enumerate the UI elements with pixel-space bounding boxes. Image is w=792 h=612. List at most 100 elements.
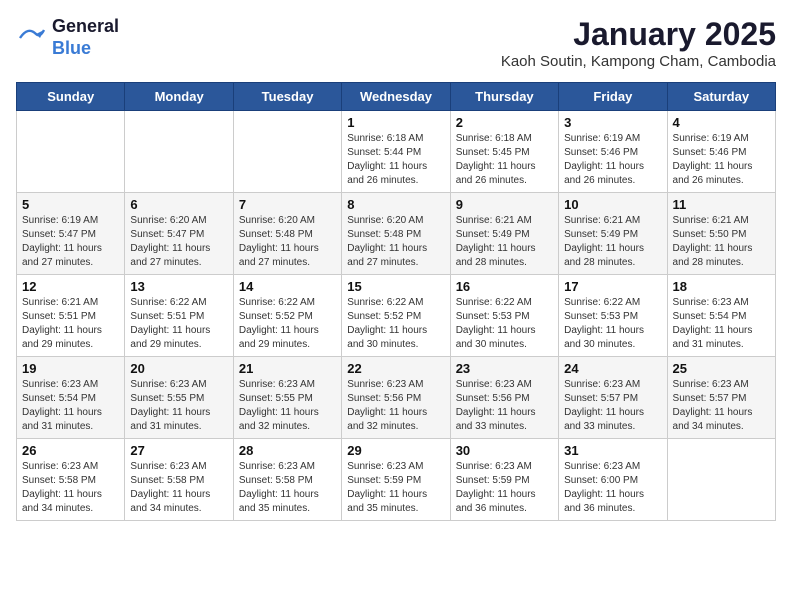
week-row-0: 1 Sunrise: 6:18 AM Sunset: 5:44 PM Daylig… — [17, 111, 776, 193]
day-info: Sunrise: 6:20 AM Sunset: 5:48 PM Dayligh… — [347, 214, 444, 270]
dow-tuesday: Tuesday — [233, 83, 341, 111]
day-number: 25 — [673, 361, 770, 376]
calendar-cell: 15 Sunrise: 6:22 AM Sunset: 5:52 PM Dayli… — [342, 275, 450, 357]
day-info: Sunrise: 6:22 AM Sunset: 5:51 PM Dayligh… — [130, 296, 227, 352]
calendar-body: 1 Sunrise: 6:18 AM Sunset: 5:44 PM Daylig… — [17, 111, 776, 521]
calendar-cell: 9 Sunrise: 6:21 AM Sunset: 5:49 PM Daylig… — [450, 193, 558, 275]
dow-monday: Monday — [125, 83, 233, 111]
day-info: Sunrise: 6:22 AM Sunset: 5:53 PM Dayligh… — [456, 296, 553, 352]
calendar-cell: 30 Sunrise: 6:23 AM Sunset: 5:59 PM Dayli… — [450, 439, 558, 521]
day-info: Sunrise: 6:21 AM Sunset: 5:49 PM Dayligh… — [456, 214, 553, 270]
calendar-cell — [125, 111, 233, 193]
calendar-cell: 27Sunrise: 6:23 AM Sunset: 5:58 PM Dayli… — [125, 439, 233, 521]
day-number: 28 — [239, 443, 336, 458]
calendar-cell: 18Sunrise: 6:23 AM Sunset: 5:54 PM Dayli… — [667, 275, 775, 357]
calendar-cell — [233, 111, 341, 193]
dow-thursday: Thursday — [450, 83, 558, 111]
dow-sunday: Sunday — [17, 83, 125, 111]
day-info: Sunrise: 6:23 AM Sunset: 6:00 PM Dayligh… — [564, 460, 661, 516]
location: Kaoh Soutin, Kampong Cham, Cambodia — [501, 53, 776, 70]
calendar-cell: 14 Sunrise: 6:22 AM Sunset: 5:52 PM Dayli… — [233, 275, 341, 357]
day-number: 14 — [239, 279, 336, 294]
day-info: Sunrise: 6:23 AM Sunset: 5:56 PM Dayligh… — [456, 378, 553, 434]
day-info: Sunrise: 6:23 AM Sunset: 5:58 PM Dayligh… — [22, 460, 119, 516]
day-number: 16 — [456, 279, 553, 294]
day-number: 20 — [130, 361, 227, 376]
day-info: Sunrise: 6:23 AM Sunset: 5:55 PM Dayligh… — [239, 378, 336, 434]
day-number: 23 — [456, 361, 553, 376]
page-header: General Blue January 2025 Kaoh Soutin, K… — [16, 16, 776, 70]
logo-icon — [16, 22, 48, 54]
day-info: Sunrise: 6:23 AM Sunset: 5:59 PM Dayligh… — [456, 460, 553, 516]
day-number: 5 — [22, 197, 119, 212]
week-row-4: 26 Sunrise: 6:23 AM Sunset: 5:58 PM Dayli… — [17, 439, 776, 521]
day-info: Sunrise: 6:22 AM Sunset: 5:53 PM Dayligh… — [564, 296, 661, 352]
day-number: 7 — [239, 197, 336, 212]
calendar-cell: 19 Sunrise: 6:23 AM Sunset: 5:54 PM Dayli… — [17, 357, 125, 439]
day-info: Sunrise: 6:22 AM Sunset: 5:52 PM Dayligh… — [239, 296, 336, 352]
day-info: Sunrise: 6:23 AM Sunset: 5:59 PM Dayligh… — [347, 460, 444, 516]
calendar-cell: 22Sunrise: 6:23 AM Sunset: 5:56 PM Dayli… — [342, 357, 450, 439]
day-number: 9 — [456, 197, 553, 212]
day-info: Sunrise: 6:19 AM Sunset: 5:46 PM Dayligh… — [673, 132, 770, 188]
week-row-3: 19 Sunrise: 6:23 AM Sunset: 5:54 PM Dayli… — [17, 357, 776, 439]
week-row-1: 5 Sunrise: 6:19 AM Sunset: 5:47 PM Daylig… — [17, 193, 776, 275]
calendar-cell — [667, 439, 775, 521]
logo-line2: Blue — [52, 38, 119, 60]
dow-friday: Friday — [559, 83, 667, 111]
calendar-cell: 16 Sunrise: 6:22 AM Sunset: 5:53 PM Dayli… — [450, 275, 558, 357]
calendar-cell: 5 Sunrise: 6:19 AM Sunset: 5:47 PM Daylig… — [17, 193, 125, 275]
day-number: 29 — [347, 443, 444, 458]
day-number: 24 — [564, 361, 661, 376]
day-info: Sunrise: 6:18 AM Sunset: 5:44 PM Dayligh… — [347, 132, 444, 188]
calendar-cell: 8 Sunrise: 6:20 AM Sunset: 5:48 PM Daylig… — [342, 193, 450, 275]
day-number: 15 — [347, 279, 444, 294]
day-info: Sunrise: 6:23 AM Sunset: 5:56 PM Dayligh… — [347, 378, 444, 434]
calendar-cell: 13 Sunrise: 6:22 AM Sunset: 5:51 PM Dayli… — [125, 275, 233, 357]
dow-saturday: Saturday — [667, 83, 775, 111]
day-number: 13 — [130, 279, 227, 294]
calendar-cell: 24Sunrise: 6:23 AM Sunset: 5:57 PM Dayli… — [559, 357, 667, 439]
day-number: 8 — [347, 197, 444, 212]
calendar-cell: 21 Sunrise: 6:23 AM Sunset: 5:55 PM Dayli… — [233, 357, 341, 439]
day-info: Sunrise: 6:23 AM Sunset: 5:57 PM Dayligh… — [673, 378, 770, 434]
dow-wednesday: Wednesday — [342, 83, 450, 111]
days-of-week-row: SundayMondayTuesdayWednesdayThursdayFrid… — [17, 83, 776, 111]
calendar-cell — [17, 111, 125, 193]
calendar-cell: 23 Sunrise: 6:23 AM Sunset: 5:56 PM Dayli… — [450, 357, 558, 439]
day-number: 10 — [564, 197, 661, 212]
day-number: 11 — [673, 197, 770, 212]
calendar-cell: 12Sunrise: 6:21 AM Sunset: 5:51 PM Dayli… — [17, 275, 125, 357]
day-number: 1 — [347, 115, 444, 130]
day-info: Sunrise: 6:18 AM Sunset: 5:45 PM Dayligh… — [456, 132, 553, 188]
day-info: Sunrise: 6:19 AM Sunset: 5:47 PM Dayligh… — [22, 214, 119, 270]
day-number: 12 — [22, 279, 119, 294]
calendar-cell: 4 Sunrise: 6:19 AM Sunset: 5:46 PM Daylig… — [667, 111, 775, 193]
day-number: 19 — [22, 361, 119, 376]
day-number: 26 — [22, 443, 119, 458]
calendar-table: SundayMondayTuesdayWednesdayThursdayFrid… — [16, 82, 776, 521]
month-title: January 2025 — [501, 16, 776, 53]
day-number: 2 — [456, 115, 553, 130]
calendar-cell: 28Sunrise: 6:23 AM Sunset: 5:58 PM Dayli… — [233, 439, 341, 521]
day-info: Sunrise: 6:21 AM Sunset: 5:50 PM Dayligh… — [673, 214, 770, 270]
day-number: 21 — [239, 361, 336, 376]
week-row-2: 12Sunrise: 6:21 AM Sunset: 5:51 PM Dayli… — [17, 275, 776, 357]
day-number: 3 — [564, 115, 661, 130]
calendar-cell: 11 Sunrise: 6:21 AM Sunset: 5:50 PM Dayli… — [667, 193, 775, 275]
day-info: Sunrise: 6:22 AM Sunset: 5:52 PM Dayligh… — [347, 296, 444, 352]
day-info: Sunrise: 6:23 AM Sunset: 5:54 PM Dayligh… — [22, 378, 119, 434]
day-number: 6 — [130, 197, 227, 212]
calendar-cell: 17 Sunrise: 6:22 AM Sunset: 5:53 PM Dayli… — [559, 275, 667, 357]
logo-line1: General — [52, 16, 119, 38]
calendar-cell: 26 Sunrise: 6:23 AM Sunset: 5:58 PM Dayli… — [17, 439, 125, 521]
logo: General Blue — [16, 16, 119, 59]
calendar-cell: 7Sunrise: 6:20 AM Sunset: 5:48 PM Daylig… — [233, 193, 341, 275]
day-number: 4 — [673, 115, 770, 130]
day-number: 30 — [456, 443, 553, 458]
calendar-cell: 25 Sunrise: 6:23 AM Sunset: 5:57 PM Dayli… — [667, 357, 775, 439]
day-number: 17 — [564, 279, 661, 294]
day-info: Sunrise: 6:23 AM Sunset: 5:54 PM Dayligh… — [673, 296, 770, 352]
calendar-cell: 1 Sunrise: 6:18 AM Sunset: 5:44 PM Daylig… — [342, 111, 450, 193]
day-info: Sunrise: 6:23 AM Sunset: 5:55 PM Dayligh… — [130, 378, 227, 434]
